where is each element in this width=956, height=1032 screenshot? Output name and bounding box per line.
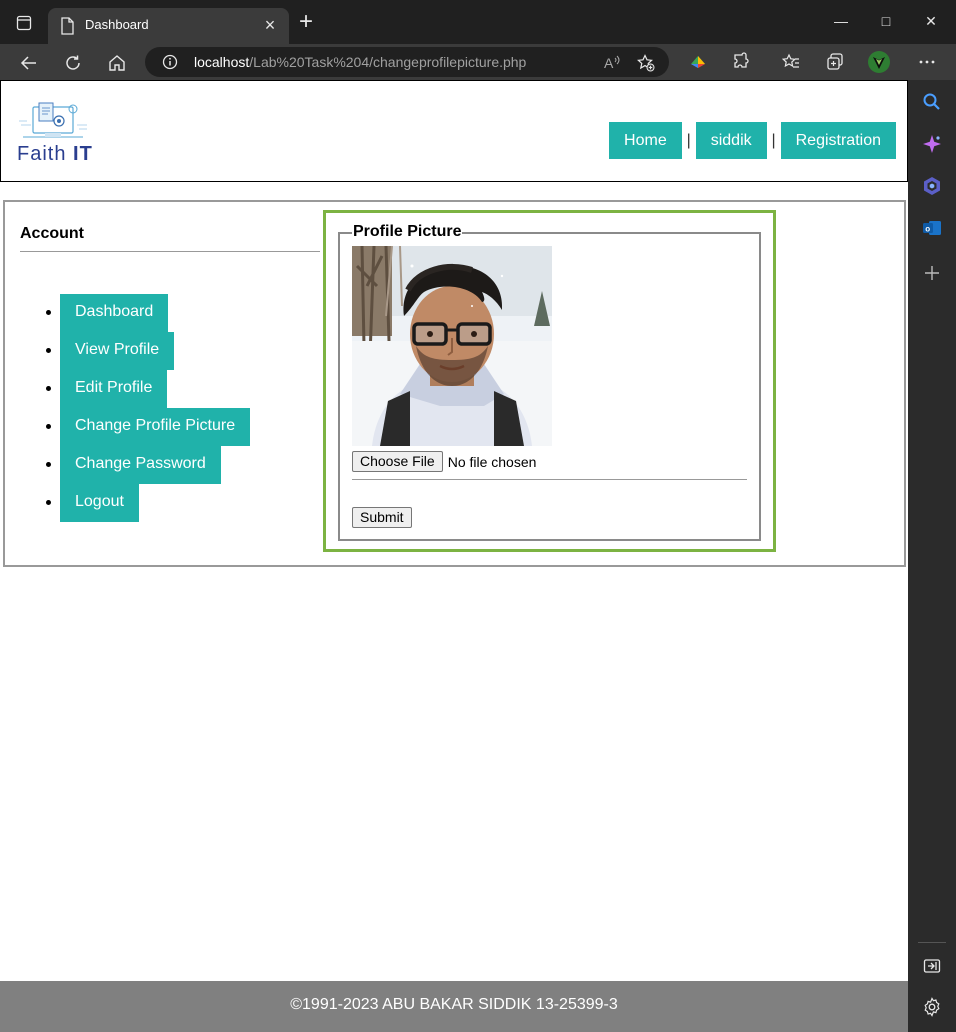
more-options-icon[interactable] xyxy=(915,50,939,74)
account-divider xyxy=(20,251,320,252)
menu-item-change-picture: Change Profile Picture xyxy=(45,408,251,446)
info-icon[interactable] xyxy=(162,54,178,70)
top-nav: Home | siddik | Registration xyxy=(609,122,896,159)
url-host: localhost xyxy=(194,54,250,70)
menu-item-edit-profile: Edit Profile xyxy=(45,370,250,408)
add-sidebar-app-icon[interactable] xyxy=(921,262,943,284)
nav-registration-link[interactable]: Registration xyxy=(780,122,896,159)
read-aloud-icon[interactable]: A xyxy=(603,54,621,72)
menu-item-view-profile: View Profile xyxy=(45,332,250,370)
shopping-icon[interactable] xyxy=(921,175,943,197)
close-window-button[interactable]: ✕ xyxy=(916,8,946,34)
url-text: localhost/Lab%20Task%204/changeprofilepi… xyxy=(194,54,526,70)
menu-link-dashboard[interactable]: Dashboard xyxy=(60,294,169,332)
tab-actions-icon[interactable] xyxy=(14,13,34,33)
svg-text:A: A xyxy=(604,55,614,71)
tab-title: Dashboard xyxy=(85,17,149,32)
profile-picture-form-container: Profile Picture Choose File No file chos… xyxy=(323,210,776,552)
nav-home-link[interactable]: Home xyxy=(609,122,682,159)
menu-link-change-profile-picture[interactable]: Change Profile Picture xyxy=(60,408,251,446)
profile-avatar-icon[interactable] xyxy=(867,50,891,74)
favorites-icon[interactable] xyxy=(779,50,803,74)
minimize-button[interactable]: — xyxy=(826,8,856,34)
profile-picture-image xyxy=(352,246,552,446)
extensions-icon[interactable] xyxy=(730,50,754,74)
site-header: Faith IT Home | siddik | Registration xyxy=(0,80,908,182)
menu-link-edit-profile[interactable]: Edit Profile xyxy=(60,370,168,408)
profile-picture-fieldset: Profile Picture Choose File No file chos… xyxy=(338,223,761,541)
menu-item-logout: Logout xyxy=(45,484,250,522)
maximize-button[interactable]: □ xyxy=(871,8,901,34)
faith-it-logo[interactable]: Faith IT xyxy=(15,101,115,167)
search-icon[interactable] xyxy=(921,91,943,113)
add-favorite-icon[interactable] xyxy=(637,54,655,72)
outlook-icon[interactable]: o xyxy=(921,217,943,239)
extension-color-icon[interactable] xyxy=(686,50,710,74)
nav-user-link[interactable]: siddik xyxy=(695,122,767,159)
menu-item-dashboard: Dashboard xyxy=(45,294,250,332)
menu-link-view-profile[interactable]: View Profile xyxy=(60,332,175,370)
tab-close-icon[interactable]: × xyxy=(261,16,279,34)
logo-text: Faith IT xyxy=(17,143,93,166)
document-icon xyxy=(60,17,74,35)
browser-tab[interactable]: Dashboard × xyxy=(48,8,289,44)
refresh-icon[interactable] xyxy=(60,50,86,76)
nav-separator: | xyxy=(686,131,691,149)
back-icon[interactable] xyxy=(16,50,42,76)
browser-titlebar: Dashboard × + — □ ✕ xyxy=(0,0,956,44)
menu-link-change-password[interactable]: Change Password xyxy=(60,446,221,484)
logo-word: Faith xyxy=(17,143,67,165)
file-status-text: No file chosen xyxy=(447,453,537,470)
nav-separator: | xyxy=(771,131,776,149)
settings-gear-icon[interactable] xyxy=(921,996,943,1018)
hide-sidebar-icon[interactable] xyxy=(921,955,943,977)
menu-link-logout[interactable]: Logout xyxy=(60,484,139,522)
sidebar-divider xyxy=(918,942,946,943)
menu-item-change-password: Change Password xyxy=(45,446,250,484)
address-bar[interactable]: localhost/Lab%20Task%204/changeprofilepi… xyxy=(145,47,669,77)
account-title: Account xyxy=(20,225,84,242)
choose-file-button[interactable]: Choose File xyxy=(352,451,443,472)
submit-button[interactable]: Submit xyxy=(352,507,412,528)
copilot-icon[interactable] xyxy=(921,133,943,155)
account-menu: Dashboard View Profile Edit Profile Chan… xyxy=(45,294,251,522)
url-path: /Lab%20Task%204/changeprofilepicture.php xyxy=(249,54,527,70)
collections-icon[interactable] xyxy=(823,50,847,74)
edge-sidebar: o xyxy=(908,80,956,1032)
form-divider xyxy=(352,479,747,480)
new-tab-icon[interactable]: + xyxy=(295,10,317,34)
fieldset-legend: Profile Picture xyxy=(352,223,463,241)
logo-graphic-icon xyxy=(19,102,87,138)
page-footer: ©1991-2023 ABU BAKAR SIDDIK 13-25399-3 xyxy=(0,981,908,1032)
svg-text:o: o xyxy=(925,225,930,234)
browser-toolbar: localhost/Lab%20Task%204/changeprofilepi… xyxy=(0,44,956,80)
page-viewport: Faith IT Home | siddik | Registration Ac… xyxy=(0,80,908,1032)
logo-bold-word: IT xyxy=(73,143,93,165)
home-icon[interactable] xyxy=(104,50,130,76)
file-input: Choose File No file chosen xyxy=(352,451,536,472)
content-box: Account Dashboard View Profile Edit Prof… xyxy=(3,200,906,567)
